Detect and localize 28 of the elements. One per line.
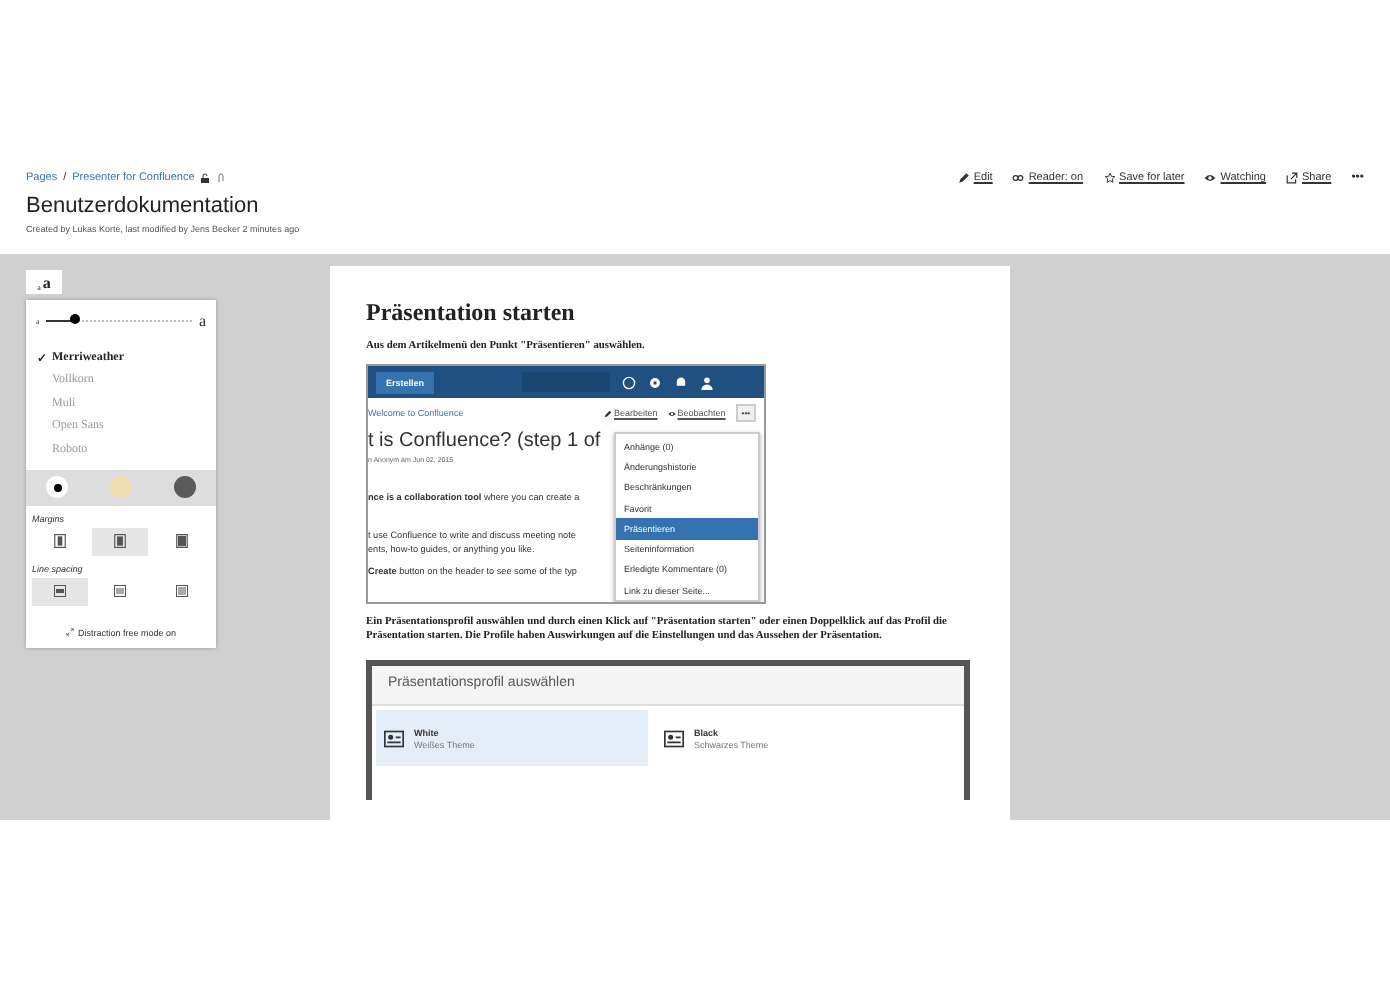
line-spacing-icon bbox=[114, 584, 127, 598]
margin-layout-icon bbox=[54, 534, 67, 548]
pencil-icon bbox=[957, 172, 970, 184]
slide-icon bbox=[384, 729, 404, 748]
star-icon bbox=[1103, 172, 1116, 184]
margins-option[interactable] bbox=[92, 527, 149, 555]
slide-icon bbox=[664, 729, 684, 748]
expand-icon bbox=[65, 628, 74, 636]
line-spacing-icon bbox=[54, 584, 67, 598]
eye-icon bbox=[667, 409, 676, 418]
slider-max-label: a bbox=[198, 312, 206, 330]
glasses-icon bbox=[1012, 172, 1025, 184]
page-title: Benutzerdokumentation bbox=[26, 194, 261, 218]
article-heading: Präsentation starten bbox=[366, 298, 577, 328]
eye-icon bbox=[1204, 172, 1217, 184]
margin-layout-icon bbox=[114, 534, 127, 548]
theme-swatch[interactable] bbox=[109, 476, 132, 498]
line-spacing-icon bbox=[175, 584, 188, 598]
pencil-icon bbox=[603, 409, 612, 418]
page-title: t is Confluence? (step 1 of bbox=[368, 430, 601, 453]
slider-thumb[interactable] bbox=[70, 314, 80, 324]
lock-icon bbox=[200, 172, 211, 184]
theme-swatch[interactable] bbox=[46, 476, 69, 498]
user-icon bbox=[700, 375, 715, 390]
line-spacing-option[interactable] bbox=[32, 577, 89, 605]
margin-layout-icon bbox=[175, 534, 188, 548]
share-icon bbox=[1286, 172, 1298, 184]
theme-swatch[interactable] bbox=[173, 476, 196, 498]
